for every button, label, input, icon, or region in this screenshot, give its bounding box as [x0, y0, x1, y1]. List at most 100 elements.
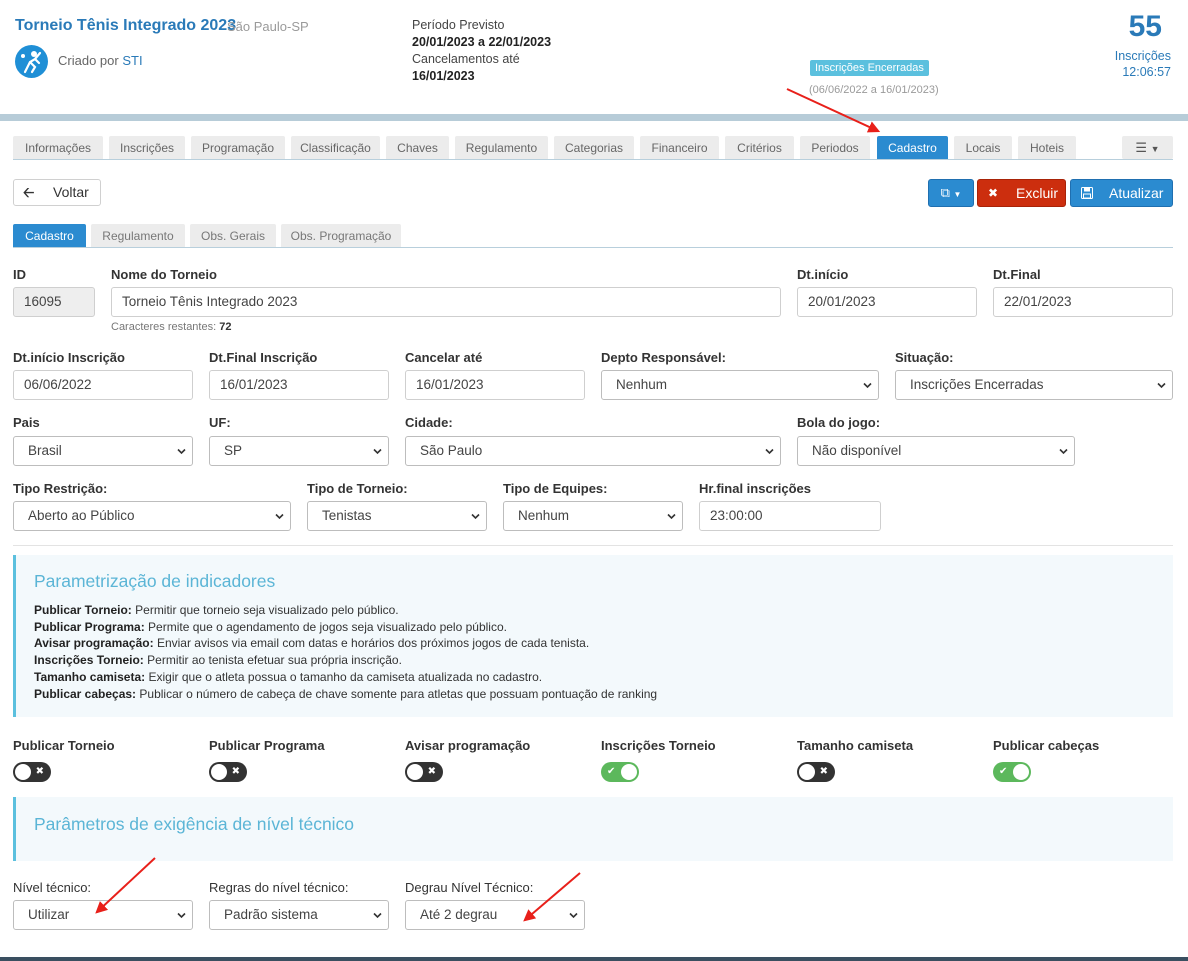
back-button[interactable]: 🡠 Voltar: [13, 179, 101, 206]
indicadores-description: Publicar Torneio: Permitir que torneio s…: [34, 602, 657, 702]
toggle-tamanho-camiseta[interactable]: ✖: [797, 762, 835, 782]
tab-financeiro[interactable]: Financeiro: [640, 136, 719, 159]
dt-inicio-insc-label: Dt.início Inscrição: [13, 350, 125, 365]
pais-select[interactable]: Brasil: [13, 436, 193, 466]
toggle-label-publicar-torneio: Publicar Torneio: [13, 738, 115, 753]
toggle-knob: [621, 764, 637, 780]
toggle-label-avisar-programacao: Avisar programação: [405, 738, 531, 753]
tipo-restricao-select[interactable]: Aberto ao Público: [13, 501, 291, 531]
toggle-label-publicar-cabecas: Publicar cabeças: [993, 738, 1100, 753]
regras-nivel-select[interactable]: Padrão sistema: [209, 900, 389, 930]
situacao-select[interactable]: Inscrições Encerradas: [895, 370, 1173, 400]
update-button[interactable]: Atualizar: [1070, 179, 1173, 207]
toggle-mark-icon: ✖: [819, 766, 828, 777]
tipo-equipes-select[interactable]: Nenhum: [503, 501, 683, 531]
tab-locais[interactable]: Locais: [954, 136, 1012, 159]
created-by-prefix: Criado por: [58, 53, 119, 68]
tennis-logo-icon: [15, 45, 48, 78]
dt-final-insc-field[interactable]: 16/01/2023: [209, 370, 389, 400]
indicador-line: Publicar Programa: Permite que o agendam…: [34, 619, 657, 636]
dt-final-label: Dt.Final: [993, 267, 1041, 282]
header-divider: [0, 114, 1188, 121]
indicador-desc: Permite que o agendamento de jogos seja …: [148, 619, 507, 634]
created-by-link[interactable]: STI: [122, 53, 142, 68]
caret-down-icon: ▼: [1150, 144, 1160, 154]
toggle-knob: [799, 764, 815, 780]
nome-field[interactable]: Torneio Tênis Integrado 2023: [111, 287, 781, 317]
close-icon: ✖: [988, 186, 999, 200]
tab-periodos[interactable]: Periodos: [800, 136, 870, 159]
copy-dropdown-button[interactable]: ⧉ ▼: [928, 179, 974, 207]
count-label: Inscrições: [1114, 49, 1171, 63]
toggle-avisar-programacao[interactable]: ✖: [405, 762, 443, 782]
chevron-down-icon: [471, 513, 480, 520]
dt-inicio-insc-field[interactable]: 06/06/2022: [13, 370, 193, 400]
toggle-publicar-torneio[interactable]: ✖: [13, 762, 51, 782]
indicador-line: Publicar cabeças: Publicar o número de c…: [34, 686, 657, 703]
pais-label: Pais: [13, 415, 40, 430]
tab-criterios[interactable]: Critérios: [725, 136, 794, 159]
uf-select[interactable]: SP: [209, 436, 389, 466]
cancelar-ate-label: Cancelar até: [405, 350, 483, 365]
tab-chaves[interactable]: Chaves: [386, 136, 449, 159]
indicadores-title: Parametrização de indicadores: [34, 571, 276, 591]
chevron-down-icon: [275, 513, 284, 520]
tab-categorias[interactable]: Categorias: [554, 136, 634, 159]
chevron-down-icon: [667, 513, 676, 520]
tipo-torneio-value: Tenistas: [322, 508, 372, 523]
hr-final-field[interactable]: 23:00:00: [699, 501, 881, 531]
delete-button[interactable]: ✖ Excluir: [977, 179, 1066, 207]
status-badge: Inscrições Encerradas: [810, 60, 929, 76]
cancelar-ate-field[interactable]: 16/01/2023: [405, 370, 585, 400]
indicador-term: Tamanho camiseta:: [34, 669, 146, 684]
clock: 12:06:57: [1122, 65, 1171, 79]
indicador-line: Inscrições Torneio: Permitir ao tenista …: [34, 652, 657, 669]
depto-select[interactable]: Nenhum: [601, 370, 879, 400]
toggle-publicar-programa[interactable]: ✖: [209, 762, 247, 782]
indicador-term: Publicar Torneio:: [34, 603, 132, 617]
tab-hoteis[interactable]: Hoteis: [1018, 136, 1076, 159]
depto-label: Depto Responsável:: [601, 350, 726, 365]
tabs-menu-button[interactable]: ☰ ▼: [1122, 136, 1173, 159]
dt-inicio-label: Dt.início: [797, 267, 849, 282]
chevron-down-icon: [765, 448, 774, 455]
chevron-down-icon: [373, 912, 382, 919]
uf-label: UF:: [209, 415, 231, 430]
indicador-desc: Publicar o número de cabeça de chave som…: [139, 686, 658, 701]
tipo-torneio-select[interactable]: Tenistas: [307, 501, 487, 531]
toggle-knob: [15, 764, 31, 780]
subtab-obs-programacao[interactable]: Obs. Programação: [281, 224, 401, 247]
indicador-desc: Permitir que torneio seja visualizado pe…: [135, 603, 399, 617]
dt-final-field[interactable]: 22/01/2023: [993, 287, 1173, 317]
tab-regulamento[interactable]: Regulamento: [455, 136, 548, 159]
indicador-desc: Permitir ao tenista efetuar sua própria …: [147, 653, 402, 668]
cidade-select[interactable]: São Paulo: [405, 436, 781, 466]
indicador-line: Tamanho camiseta: Exigir que o atleta po…: [34, 669, 657, 686]
situacao-label: Situação:: [895, 350, 954, 365]
nivel-tecnico-title: Parâmetros de exigência de nível técnico: [34, 814, 355, 834]
chars-remaining-label: Caracteres restantes:: [111, 321, 217, 333]
bola-select[interactable]: Não disponível: [797, 436, 1075, 466]
indicador-term: Inscrições Torneio:: [34, 653, 144, 668]
toggle-inscricoes-torneio[interactable]: ✔: [601, 762, 639, 782]
tournament-title[interactable]: Torneio Tênis Integrado 2023: [15, 17, 236, 35]
toggle-publicar-cabecas[interactable]: ✔: [993, 762, 1031, 782]
caret-down-icon: ▼: [953, 190, 962, 199]
indicador-line: Avisar programação: Enviar avisos via em…: [34, 635, 657, 652]
status-range: (06/06/2022 a 16/01/2023): [809, 84, 939, 96]
subtab-cadastro[interactable]: Cadastro: [13, 224, 86, 247]
dt-inicio-field[interactable]: 20/01/2023: [797, 287, 977, 317]
nivel-tecnico-select[interactable]: Utilizar: [13, 900, 193, 930]
tab-cadastro[interactable]: Cadastro: [877, 136, 948, 159]
subtab-obs-gerais[interactable]: Obs. Gerais: [190, 224, 276, 247]
tab-programacao[interactable]: Programação: [191, 136, 285, 159]
tab-inscricoes[interactable]: Inscrições: [109, 136, 185, 159]
indicador-term: Publicar Programa:: [34, 619, 145, 634]
dt-final-insc-label: Dt.Final Inscrição: [209, 350, 318, 365]
subtab-regulamento[interactable]: Regulamento: [91, 224, 185, 247]
tipo-torneio-label: Tipo de Torneio:: [307, 481, 408, 496]
degrau-nivel-select[interactable]: Até 2 degrau: [405, 900, 585, 930]
tab-classificacao[interactable]: Classificação: [291, 136, 380, 159]
tab-informacoes[interactable]: Informações: [13, 136, 103, 159]
tipo-restricao-value: Aberto ao Público: [28, 508, 135, 523]
